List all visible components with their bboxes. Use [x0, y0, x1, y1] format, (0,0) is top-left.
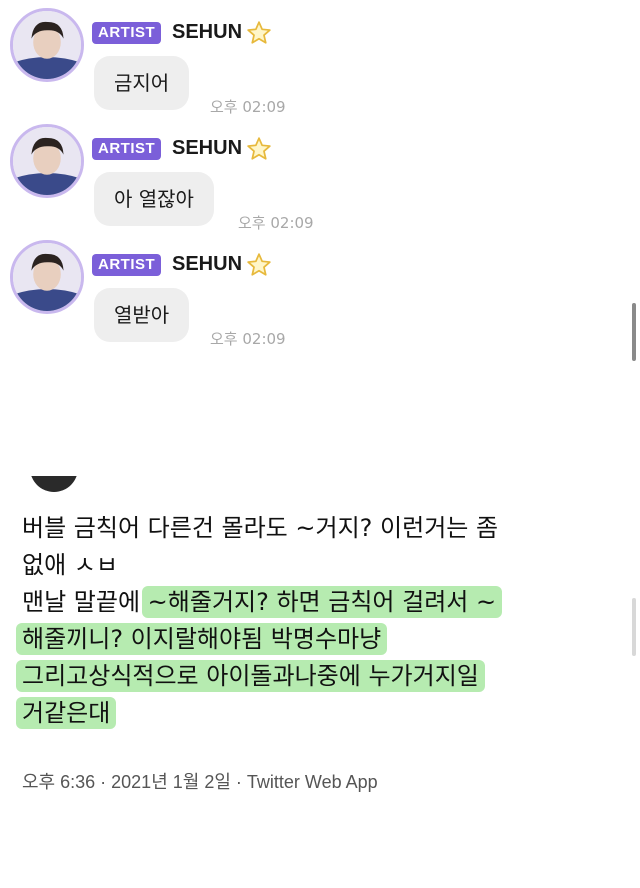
- artist-avatar[interactable]: [10, 8, 84, 82]
- message-time: 오후 02:09: [238, 214, 314, 232]
- highlighted-text: 거같은대: [16, 697, 117, 729]
- artist-avatar[interactable]: [10, 240, 84, 314]
- profile-photo-icon: [13, 11, 81, 79]
- artist-name: SEHUN: [172, 253, 243, 275]
- chat-message: ARTIST SEHUN 열받아 오후 02:09: [0, 232, 640, 348]
- tweet-screenshot: 버블 금칙어 다른건 몰라도 ~거지? 이런거는 좀 없애 ㅅㅂ 맨날 말끝에 …: [0, 470, 640, 888]
- scrollbar[interactable]: [632, 598, 636, 656]
- bubble-chat-screenshot: ARTIST SEHUN 금지어 오후 02:09 ARTIST SEHUN 아…: [0, 0, 640, 380]
- tweet-avatar[interactable]: [30, 476, 78, 492]
- profile-photo-icon: [13, 127, 81, 195]
- artist-badge: ARTIST: [92, 22, 162, 44]
- tweet-line: 맨날 말끝에 ~해줄거지? 하면 금칙어 걸려서 ~: [22, 584, 622, 621]
- tweet-body: 버블 금칙어 다른건 몰라도 ~거지? 이런거는 좀 없애 ㅅㅂ 맨날 말끝에 …: [16, 510, 622, 732]
- message-bubble: 금지어: [94, 56, 190, 110]
- message-time: 오후 02:09: [210, 330, 286, 348]
- tweet-line: 없애 ㅅㅂ: [22, 551, 118, 579]
- tweet-line-plain: 맨날 말끝에: [22, 588, 148, 616]
- artist-name: SEHUN: [172, 21, 243, 43]
- artist-badge: ARTIST: [92, 138, 162, 160]
- star-icon: [247, 253, 271, 276]
- profile-photo-icon: [13, 243, 81, 311]
- tweet-line: 그리고상식적으로 아이돌과나중에 누가거지일: [16, 658, 622, 695]
- artist-badge: ARTIST: [92, 254, 162, 276]
- tweet-meta[interactable]: 오후 6:36 · 2021년 1월 2일 · Twitter Web App: [22, 770, 378, 794]
- chat-message: ARTIST SEHUN 아 열잖아 오후 02:09: [0, 116, 640, 232]
- message-bubble: 열받아: [94, 288, 190, 342]
- message-time: 오후 02:09: [210, 98, 286, 116]
- star-icon: [247, 21, 271, 44]
- highlighted-text: 해줄끼니? 이지랄해야됨 박명수마냥: [16, 623, 388, 655]
- tweet-line: 해줄끼니? 이지랄해야됨 박명수마냥: [16, 621, 622, 658]
- highlighted-text: ~해줄거지? 하면 금칙어 걸려서 ~: [141, 586, 503, 618]
- tweet-line: 버블 금칙어 다른건 몰라도 ~거지? 이런거는 좀: [22, 514, 499, 542]
- artist-name: SEHUN: [172, 137, 243, 159]
- tweet-line: 거같은대: [16, 695, 622, 732]
- artist-avatar[interactable]: [10, 124, 84, 198]
- scrollbar[interactable]: [632, 303, 636, 361]
- star-icon: [247, 137, 271, 160]
- chat-message: ARTIST SEHUN 금지어 오후 02:09: [0, 0, 640, 116]
- message-bubble: 아 열잖아: [94, 172, 214, 226]
- highlighted-text: 그리고상식적으로 아이돌과나중에 누가거지일: [16, 660, 485, 692]
